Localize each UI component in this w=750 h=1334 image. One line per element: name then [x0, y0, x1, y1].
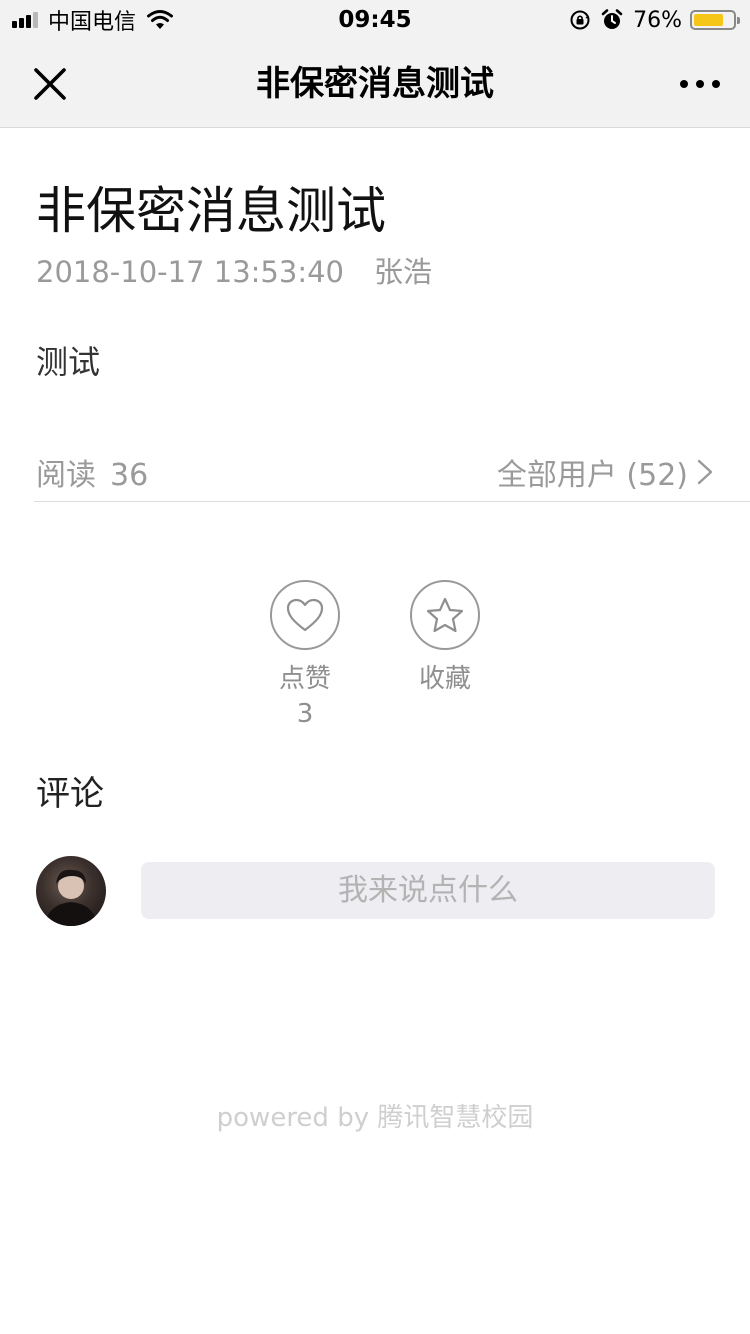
article-meta: 2018-10-17 13:53:40 张浩 [36, 252, 432, 292]
like-label: 点赞 [278, 664, 331, 694]
favorite-circle [410, 580, 480, 650]
battery-percent: 76% [633, 7, 682, 33]
favorite-label: 收藏 [418, 664, 471, 694]
battery-level-fill [694, 14, 723, 26]
like-count: 3 [296, 699, 314, 729]
nav-title: 非保密消息测试 [256, 64, 494, 104]
more-icon[interactable] [678, 74, 722, 94]
article-body: 测试 [36, 343, 101, 381]
nav-bar: 非保密消息测试 [0, 40, 750, 128]
battery-tip [737, 17, 740, 24]
footer-powered-by: powered by 腾讯智慧校园 [216, 1103, 534, 1133]
avatar-image [44, 869, 98, 926]
close-icon[interactable] [32, 66, 68, 102]
article-title: 非保密消息测试 [36, 182, 386, 240]
all-users-label: 全部用户 (52) [496, 458, 688, 493]
status-bar: 中国电信 09:45 76% [0, 0, 750, 40]
alarm-icon [601, 9, 623, 31]
like-button[interactable]: 点赞 3 [245, 580, 365, 732]
read-stats-row: 阅读 36 全部用户 (52) [34, 440, 750, 502]
comment-input[interactable] [141, 862, 715, 919]
status-right: 76% [569, 5, 740, 35]
read-label: 阅读 [36, 458, 96, 493]
chevron-right-icon [696, 458, 714, 486]
rotation-lock-icon [569, 9, 591, 31]
favorite-button[interactable]: 收藏 [385, 580, 505, 696]
author-name: 张浩 [374, 255, 433, 289]
comments-title: 评论 [36, 774, 104, 814]
like-circle [270, 580, 340, 650]
heart-icon [285, 597, 325, 633]
all-users-link[interactable]: 全部用户 (52) [497, 450, 714, 494]
star-icon [425, 596, 465, 634]
read-count: 阅读 36 [36, 450, 148, 494]
avatar [36, 856, 106, 926]
read-count-value: 36 [110, 458, 149, 493]
battery-icon [690, 10, 740, 30]
publish-date: 2018-10-17 13:53:40 [36, 255, 344, 289]
page: 中国电信 09:45 76% 非保密消息测试 非保密消息测试 2018-10-1… [0, 0, 750, 1334]
